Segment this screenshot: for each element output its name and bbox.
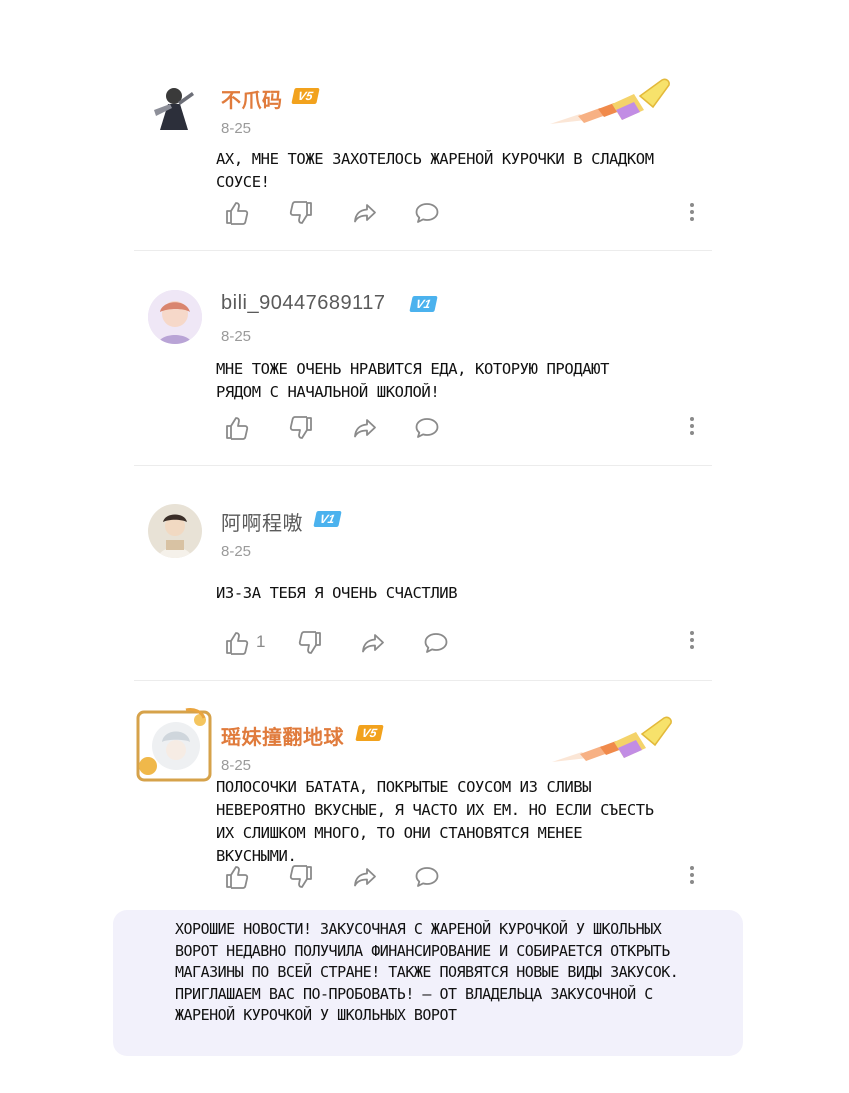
username[interactable]: 阿啊程嗷	[221, 507, 303, 536]
like-count: 1	[256, 632, 266, 651]
paint-brush-icon	[552, 714, 678, 774]
more-vertical-icon[interactable]	[684, 863, 700, 889]
share-arrow-icon[interactable]	[360, 630, 386, 656]
avatar[interactable]	[148, 290, 202, 344]
share-arrow-icon[interactable]	[352, 415, 378, 441]
username[interactable]: 不爪码	[221, 84, 283, 113]
avatar[interactable]	[148, 504, 202, 558]
comment-text: Мне тоже очень нравится еда, которую про…	[216, 360, 609, 401]
thumbs-down-icon[interactable]	[288, 415, 314, 441]
username[interactable]: 瑶妹撞翻地球	[221, 721, 344, 750]
divider	[134, 250, 712, 251]
level-badge: V1	[313, 511, 342, 527]
thumbs-down-icon[interactable]	[297, 630, 323, 656]
avatar[interactable]	[134, 706, 214, 786]
comment-text: Ах, мне тоже захотелось жареной курочки …	[216, 150, 654, 191]
thumbs-up-icon[interactable]	[224, 864, 250, 890]
level-badge: V5	[355, 725, 384, 741]
announcement-text: Хорошие новости! Закусочная с жареной ку…	[175, 920, 679, 1024]
divider	[134, 680, 712, 681]
comment-date: 8-25	[221, 328, 252, 345]
thumbs-down-icon[interactable]	[288, 200, 314, 226]
comment-bubble-icon[interactable]	[414, 415, 440, 441]
divider	[134, 465, 712, 466]
thumbs-up-icon[interactable]	[224, 630, 250, 656]
share-arrow-icon[interactable]	[352, 864, 378, 890]
comment-bubble-icon[interactable]	[423, 630, 449, 656]
more-vertical-icon[interactable]	[684, 414, 700, 440]
avatar[interactable]	[148, 80, 198, 134]
thumbs-down-icon[interactable]	[288, 864, 314, 890]
thumbs-up-icon[interactable]	[224, 200, 250, 226]
more-vertical-icon[interactable]	[684, 200, 700, 226]
comment-text: Полосочки батата, покрытые соусом из сли…	[216, 778, 654, 865]
share-arrow-icon[interactable]	[352, 200, 378, 226]
announcement-box: Хорошие новости! Закусочная с жареной ку…	[113, 910, 743, 1056]
level-badge: V1	[409, 296, 438, 312]
paint-brush-icon	[550, 76, 676, 136]
comment-date: 8-25	[221, 120, 252, 137]
comment-date: 8-25	[221, 543, 252, 560]
thumbs-up-icon[interactable]	[224, 415, 250, 441]
level-badge: V5	[291, 88, 320, 104]
comment-bubble-icon[interactable]	[414, 864, 440, 890]
comment-date: 8-25	[221, 757, 252, 774]
more-vertical-icon[interactable]	[684, 628, 700, 654]
comment-bubble-icon[interactable]	[414, 200, 440, 226]
comment-text: Из-за тебя я очень счастлив	[216, 584, 458, 602]
username[interactable]: bili_90447689117	[221, 292, 385, 315]
